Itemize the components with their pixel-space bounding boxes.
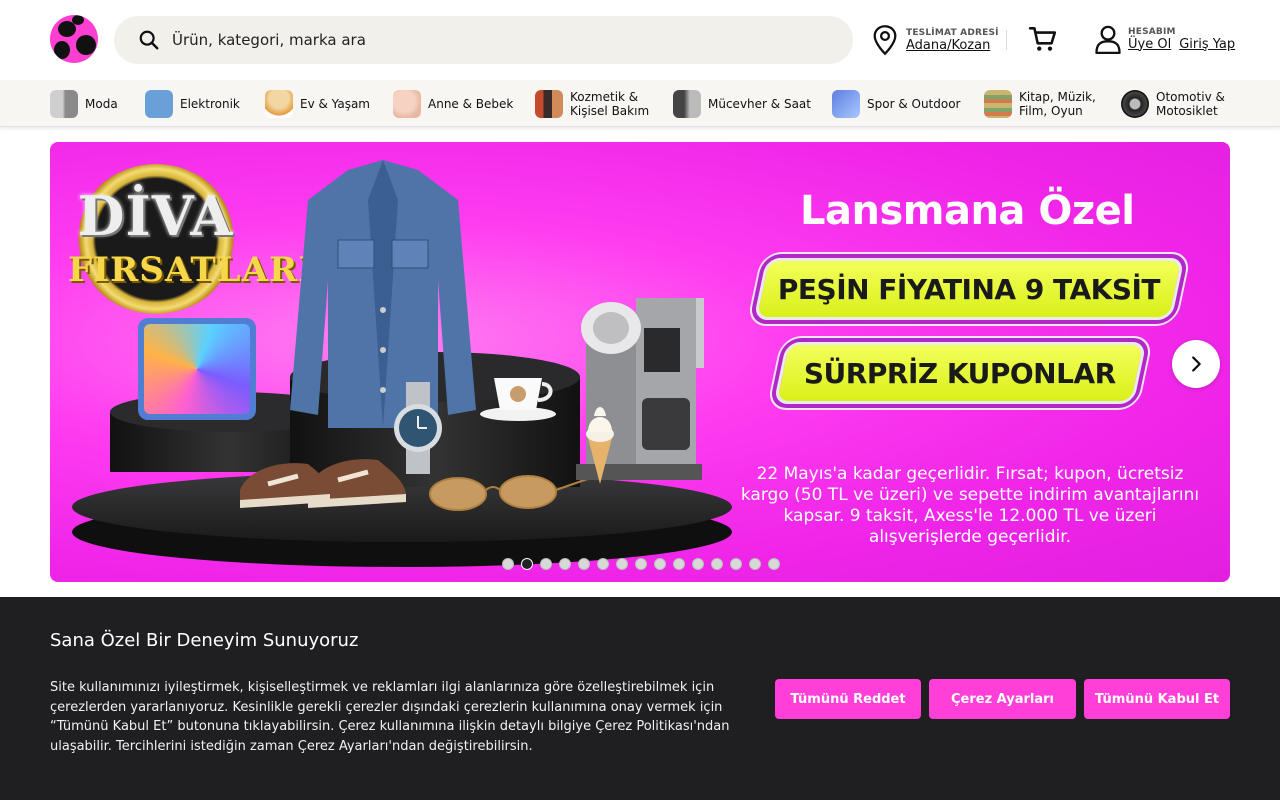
category-label: Ev & Yaşam <box>300 96 370 111</box>
category-nav: Moda Elektronik Ev & Yaşam Anne & Bebek … <box>0 80 1280 127</box>
search-icon <box>139 30 159 50</box>
books-icon <box>984 89 1012 118</box>
category-label: Otomotiv & Motosiklet <box>1156 89 1225 118</box>
category-label: Elektronik <box>180 96 240 111</box>
delivery-value[interactable]: Adana/Kozan <box>906 38 999 53</box>
electronics-icon <box>145 89 173 118</box>
banner-pill-installment: PEŞİN FİYATINA 9 TAKSİT <box>753 258 1185 320</box>
badge-line2: FIRSATLARI <box>68 250 316 290</box>
category-label: Spor & Outdoor <box>867 96 961 111</box>
carousel-dot[interactable] <box>635 558 647 570</box>
carousel-dots <box>502 558 780 570</box>
category-sport[interactable]: Spor & Outdoor <box>832 88 961 119</box>
category-label: Kitap, Müzik, Film, Oyun <box>1019 89 1096 118</box>
carousel-dot[interactable] <box>768 558 780 570</box>
diva-badge: DİVA FIRSATLARI <box>68 164 316 314</box>
carousel-dot[interactable] <box>654 558 666 570</box>
pill-text: PEŞİN FİYATINA 9 TAKSİT <box>777 272 1161 306</box>
carousel-dot[interactable] <box>673 558 685 570</box>
reject-all-button[interactable]: Tümünü Reddet <box>775 679 921 719</box>
tablet-image <box>138 318 256 420</box>
login-link[interactable]: Giriş Yap <box>1179 37 1235 52</box>
logo-spot <box>54 41 70 59</box>
fashion-icon <box>50 89 78 118</box>
sneakers-image <box>240 459 406 508</box>
cookie-consent-panel: Sana Özel Bir Deneyim Sunuyoruz Site kul… <box>0 597 1280 800</box>
carousel-dot[interactable] <box>540 558 552 570</box>
carousel-dot[interactable] <box>597 558 609 570</box>
banner-note: 22 Mayıs'a kadar geçerlidir. Fırsat; kup… <box>740 464 1200 547</box>
search-bar[interactable] <box>114 16 853 64</box>
carousel-dot[interactable] <box>559 558 571 570</box>
logo[interactable] <box>50 15 98 63</box>
category-baby[interactable]: Anne & Bebek <box>393 88 513 119</box>
carousel-dot[interactable] <box>578 558 590 570</box>
category-fashion[interactable]: Moda <box>50 88 118 119</box>
carousel-dot[interactable] <box>616 558 628 570</box>
jewelry-icon <box>673 89 701 118</box>
tire-icon <box>1121 89 1149 118</box>
carousel-next-button[interactable] <box>1172 340 1220 388</box>
delivery-caption: TESLİMAT ADRESİ <box>906 27 999 38</box>
banner-title: Lansmana Özel <box>800 188 1135 234</box>
category-label: Kozmetik & Kişisel Bakım <box>570 89 650 118</box>
logo-spot <box>72 15 84 25</box>
cookie-settings-button[interactable]: Çerez Ayarları <box>929 679 1076 719</box>
location-pin-icon <box>873 25 897 56</box>
signup-link[interactable]: Üye Ol <box>1128 37 1171 52</box>
badge-line1: DİVA <box>77 184 234 248</box>
carousel-dot[interactable] <box>502 558 514 570</box>
chevron-right-icon <box>1192 356 1201 372</box>
category-books[interactable]: Kitap, Müzik, Film, Oyun <box>984 88 1096 119</box>
divider <box>1006 30 1007 50</box>
search-input[interactable] <box>172 31 772 49</box>
site-header: TESLİMAT ADRESİ Adana/Kozan HESABIM Üye … <box>0 0 1280 80</box>
cookie-text: Site kullanımınızı iyileştirmek, kişisel… <box>50 680 730 754</box>
cosmetics-icon <box>535 89 563 118</box>
account-menu: HESABIM Üye Ol Giriş Yap <box>1094 24 1235 54</box>
denim-jacket-image <box>290 160 476 428</box>
cookie-title: Sana Özel Bir Deneyim Sunuyoruz <box>50 630 359 651</box>
category-label: Anne & Bebek <box>428 96 514 111</box>
category-label: Moda <box>85 96 118 111</box>
sport-icon <box>832 89 860 118</box>
category-home[interactable]: Ev & Yaşam <box>265 88 370 119</box>
carousel-dot[interactable] <box>749 558 761 570</box>
category-cosmetics[interactable]: Kozmetik & Kişisel Bakım <box>535 88 649 119</box>
carousel-dot[interactable] <box>521 558 533 570</box>
category-jewelry[interactable]: Mücevher & Saat <box>673 88 811 119</box>
category-electronics[interactable]: Elektronik <box>145 88 240 119</box>
carousel-dot[interactable] <box>711 558 723 570</box>
hero-banner[interactable]: DİVA FIRSATLARI Lansmana Özel PEŞİN FİYA… <box>50 142 1230 582</box>
carousel-dot[interactable] <box>730 558 742 570</box>
teacup-image <box>480 378 556 421</box>
category-automotive[interactable]: Otomotiv & Motosiklet <box>1121 88 1225 119</box>
account-caption: HESABIM <box>1128 26 1176 37</box>
cart-icon[interactable] <box>1028 24 1058 54</box>
carousel-dot[interactable] <box>692 558 704 570</box>
user-icon[interactable] <box>1094 24 1122 54</box>
accept-all-button[interactable]: Tümünü Kabul Et <box>1084 679 1230 719</box>
pill-text: SÜRPRİZ KUPONLAR <box>804 356 1116 390</box>
category-label: Mücevher & Saat <box>708 96 811 111</box>
banner-pill-coupons: SÜRPRİZ KUPONLAR <box>773 342 1147 404</box>
home-lamp-icon <box>265 89 293 118</box>
ice-cream-image <box>586 407 614 484</box>
baby-icon <box>393 89 421 118</box>
logo-spot <box>76 35 96 55</box>
delivery-address[interactable]: TESLİMAT ADRESİ Adana/Kozan <box>870 24 999 56</box>
